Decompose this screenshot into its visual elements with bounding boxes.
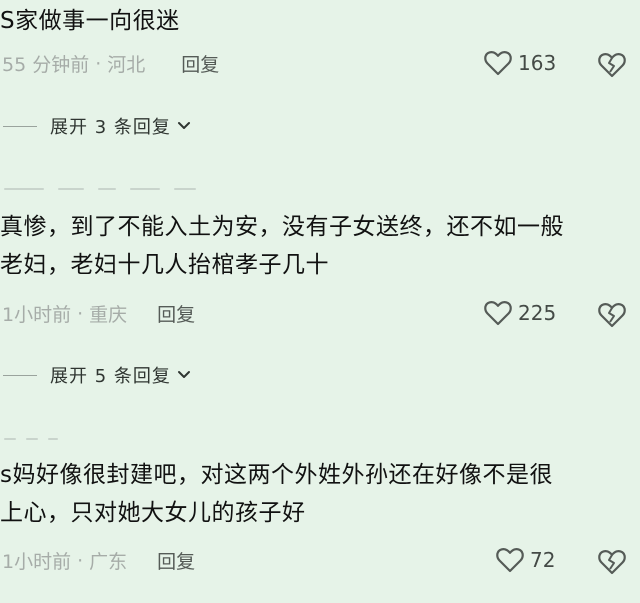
- dislike-button[interactable]: [598, 52, 626, 82]
- heart-outline-icon: [484, 51, 512, 76]
- comment-line: s妈好像很封建吧，对这两个外姓外孙还在好像不是很: [0, 462, 553, 488]
- comment-time: 55 分钟前: [2, 54, 90, 76]
- like-button[interactable]: 72: [496, 547, 555, 573]
- reply-button[interactable]: 回复: [157, 300, 195, 327]
- cropped-header: [4, 188, 196, 190]
- comment-location: 广东: [89, 551, 128, 573]
- dislike-button[interactable]: [598, 302, 626, 332]
- reply-button[interactable]: 回复: [181, 50, 219, 77]
- comment-line: 上心，只对她大女儿的孩子好: [0, 500, 306, 526]
- heart-outline-icon: [496, 548, 524, 573]
- like-button[interactable]: 225: [484, 300, 556, 326]
- meta-separator: ·: [95, 52, 102, 75]
- broken-heart-icon: [598, 303, 626, 328]
- meta-separator: ·: [77, 302, 84, 325]
- dislike-button[interactable]: [598, 549, 626, 579]
- comment-text: S家做事一向很迷: [0, 2, 180, 40]
- comment-location: 河北: [107, 54, 146, 76]
- comment-text: 真惨，到了不能入土为安，没有子女送终，还不如一般 老妇，老妇十几人抬棺孝子几十: [0, 208, 564, 284]
- comment-line: 真惨，到了不能入土为安，没有子女送终，还不如一般: [0, 214, 564, 240]
- reply-divider: [3, 126, 37, 127]
- comment-meta: 55 分钟前 · 河北 回复: [2, 50, 219, 77]
- heart-outline-icon: [484, 301, 512, 326]
- broken-heart-icon: [598, 53, 626, 78]
- broken-heart-icon: [598, 550, 626, 575]
- like-count: 225: [518, 301, 557, 325]
- comment-meta: 1小时前 · 广东 回复: [2, 547, 195, 574]
- reply-divider: [3, 375, 37, 376]
- expand-replies-label: 展开 5 条回复: [50, 366, 171, 387]
- comment-line: S家做事一向很迷: [0, 8, 180, 34]
- expand-replies[interactable]: 展开 3 条回复: [50, 113, 191, 139]
- like-count: 163: [518, 51, 557, 75]
- chevron-down-icon: [177, 122, 190, 129]
- like-count: 72: [530, 548, 556, 572]
- comment-location: 重庆: [89, 304, 128, 326]
- comment-time: 1小时前: [2, 551, 72, 573]
- expand-replies[interactable]: 展开 5 条回复: [50, 362, 191, 388]
- comment-meta: 1小时前 · 重庆 回复: [2, 300, 195, 327]
- reply-button[interactable]: 回复: [157, 547, 195, 574]
- like-button[interactable]: 163: [484, 50, 556, 76]
- comment-text: s妈好像很封建吧，对这两个外姓外孙还在好像不是很 上心，只对她大女儿的孩子好: [0, 456, 553, 532]
- comment-line: 老妇，老妇十几人抬棺孝子几十: [0, 252, 329, 278]
- expand-replies-label: 展开 3 条回复: [50, 117, 171, 138]
- comment-time: 1小时前: [2, 304, 72, 326]
- cropped-header: [4, 438, 58, 440]
- meta-separator: ·: [77, 549, 84, 572]
- chevron-down-icon: [177, 371, 190, 378]
